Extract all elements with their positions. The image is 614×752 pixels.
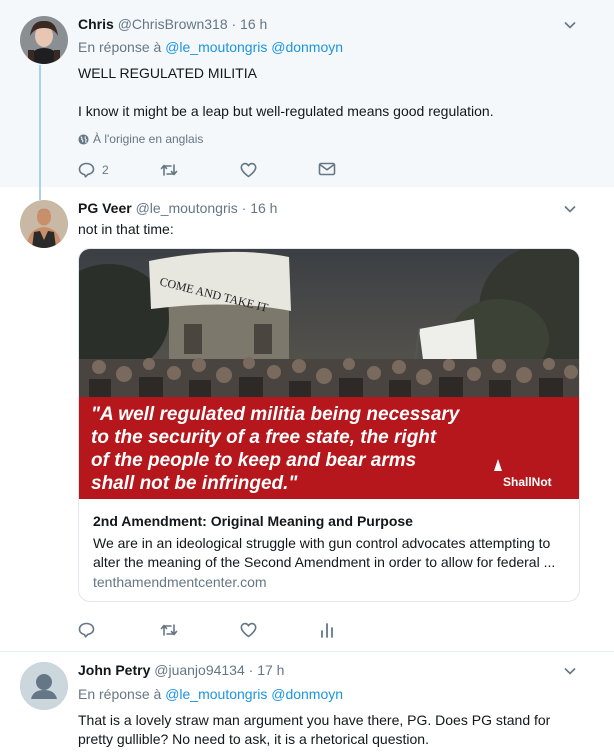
display-name[interactable]: Chris bbox=[78, 16, 114, 32]
tweet-john-petry[interactable]: John Petry @juanjo94134 · 17 h En répons… bbox=[0, 651, 614, 752]
mention-donmoyn[interactable]: @donmoyn bbox=[271, 39, 343, 55]
card-image: COME AND TAKE IT "A well regulated milit… bbox=[79, 249, 579, 499]
chevron-down-icon[interactable] bbox=[564, 205, 576, 213]
globe-icon bbox=[78, 133, 89, 145]
analytics-button[interactable] bbox=[320, 622, 334, 638]
thread-connector-line bbox=[39, 65, 41, 200]
reply-prefix: En réponse à bbox=[78, 39, 162, 55]
reply-count: 2 bbox=[102, 163, 109, 177]
tweet-actions bbox=[78, 622, 338, 642]
card-description: We are in an ideological struggle with g… bbox=[93, 535, 556, 570]
tweet-text-line2: I know it might be a leap but well-regul… bbox=[78, 103, 494, 119]
card-title[interactable]: 2nd Amendment: Original Meaning and Purp… bbox=[93, 513, 413, 529]
avatar-pg-veer[interactable] bbox=[20, 200, 68, 248]
reply-icon bbox=[78, 162, 95, 178]
reply-context: En réponse à @le_moutongris @donmoyn bbox=[78, 686, 343, 702]
tweet-header: Chris @ChrisBrown318 · 16 h bbox=[78, 16, 267, 32]
tweet-pg-veer[interactable]: PG Veer @le_moutongris · 16 h not in tha… bbox=[0, 188, 614, 651]
retweet-icon bbox=[160, 624, 178, 636]
analytics-icon bbox=[321, 623, 333, 638]
user-handle[interactable]: @juanjo94134 bbox=[154, 662, 245, 678]
display-name[interactable]: PG Veer bbox=[78, 200, 132, 216]
quote-line-2: to the security of a free state, the rig… bbox=[91, 427, 437, 448]
link-preview-card[interactable]: COME AND TAKE IT "A well regulated milit… bbox=[78, 248, 580, 602]
like-button[interactable] bbox=[240, 622, 257, 638]
reply-context: En réponse à @le_moutongris @donmoyn bbox=[78, 39, 343, 55]
reply-icon bbox=[78, 622, 95, 638]
timestamp[interactable]: · 16 h bbox=[242, 200, 278, 216]
default-avatar-icon[interactable] bbox=[20, 662, 68, 710]
tweet-header: PG Veer @le_moutongris · 16 h bbox=[78, 200, 277, 216]
avatar-chris[interactable] bbox=[20, 16, 68, 64]
quote-line-3: of the people to keep and bear arms bbox=[91, 450, 416, 471]
reply-button[interactable] bbox=[78, 622, 95, 638]
timestamp[interactable]: · 17 h bbox=[249, 662, 285, 678]
direct-message-button[interactable] bbox=[318, 162, 336, 176]
mention-donmoyn[interactable]: @donmoyn bbox=[271, 686, 343, 702]
dm-icon bbox=[318, 162, 336, 176]
tweet-text-line1: WELL REGULATED MILITIA bbox=[78, 65, 257, 81]
tweet-chris[interactable]: Chris @ChrisBrown318 · 16 h En réponse à… bbox=[0, 0, 614, 187]
like-icon bbox=[240, 162, 257, 178]
reply-prefix: En réponse à bbox=[78, 686, 162, 702]
timestamp[interactable]: · 16 h bbox=[232, 16, 268, 32]
chevron-down-icon[interactable] bbox=[564, 21, 576, 29]
quote-line-1: "A well regulated militia being necessar… bbox=[91, 404, 461, 425]
retweet-button[interactable] bbox=[160, 162, 178, 178]
chevron-down-icon[interactable] bbox=[564, 667, 576, 675]
logo-text: ShallNot bbox=[503, 475, 552, 489]
tweet-actions: 2 bbox=[78, 162, 338, 182]
retweet-icon bbox=[160, 164, 178, 176]
translation-label: À l'origine en anglais bbox=[93, 132, 204, 146]
display-name[interactable]: John Petry bbox=[78, 662, 150, 678]
card-domain[interactable]: tenthamendmentcenter.com bbox=[93, 574, 267, 590]
tweet-header: John Petry @juanjo94134 · 17 h bbox=[78, 662, 284, 678]
retweet-button[interactable] bbox=[160, 622, 178, 638]
tweet-text: not in that time: bbox=[78, 221, 174, 237]
like-icon bbox=[240, 622, 257, 638]
translation-note[interactable]: À l'origine en anglais bbox=[78, 132, 203, 146]
mention-le-moutongris[interactable]: @le_moutongris bbox=[165, 686, 267, 702]
user-handle[interactable]: @le_moutongris bbox=[136, 200, 238, 216]
quote-line-4: shall not be infringed." bbox=[91, 473, 298, 494]
reply-button[interactable]: 2 bbox=[78, 162, 109, 178]
tweet-text: That is a lovely straw man argument you … bbox=[78, 712, 551, 747]
like-button[interactable] bbox=[240, 162, 257, 178]
user-handle[interactable]: @ChrisBrown318 bbox=[118, 16, 228, 32]
mention-le-moutongris[interactable]: @le_moutongris bbox=[165, 39, 267, 55]
